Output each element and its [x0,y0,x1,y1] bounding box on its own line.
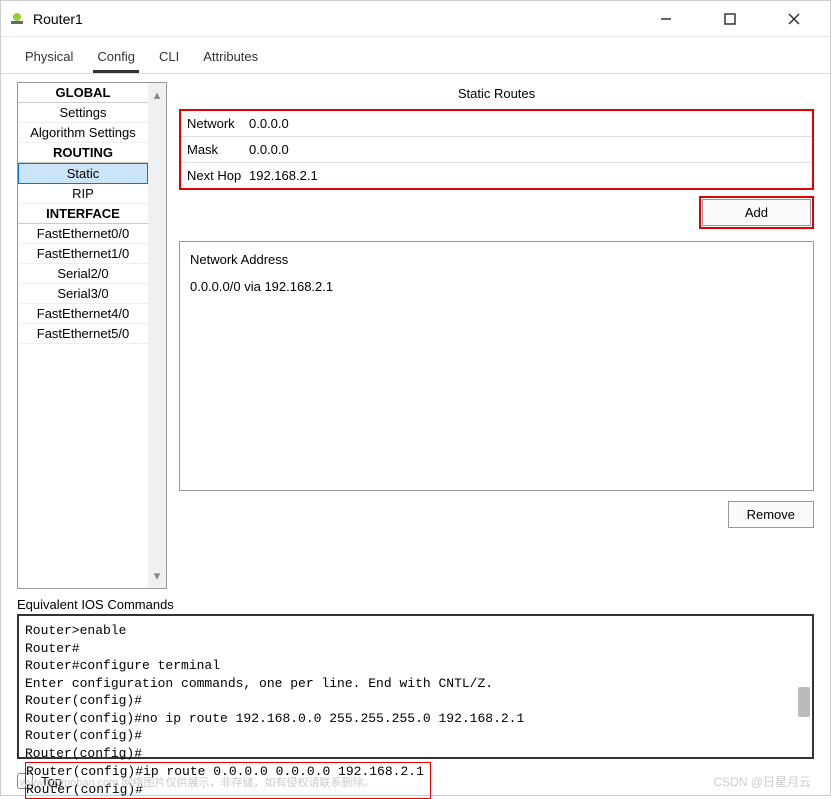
sidebar-header-global: GLOBAL [18,83,148,103]
sidebar-header-routing: ROUTING [18,143,148,163]
route-fields-highlight: Network Mask Next Hop [179,109,814,190]
app-icon [9,11,25,27]
routes-list-label: Network Address [190,252,803,267]
scroll-down-icon: ▾ [154,568,161,584]
close-button[interactable] [774,4,814,34]
sidebar-item-static[interactable]: Static [18,163,148,184]
sidebar-item-algorithm-settings[interactable]: Algorithm Settings [18,123,148,143]
tab-attributes[interactable]: Attributes [199,45,262,73]
maximize-button[interactable] [710,4,750,34]
watermark-right: CSDN @日星月云 [713,773,811,790]
ios-line: Router(config)# [25,727,806,745]
mask-input[interactable] [247,140,806,159]
main-panel: Static Routes Network Mask Next Hop Add [179,82,814,589]
ios-line: Router(config)# [25,692,806,710]
sidebar-item-fe00[interactable]: FastEthernet0/0 [18,224,148,244]
network-input[interactable] [247,114,806,133]
sidebar-item-fe10[interactable]: FastEthernet1/0 [18,244,148,264]
routes-list[interactable]: Network Address 0.0.0.0/0 via 192.168.2.… [179,241,814,491]
mask-label: Mask [187,142,247,157]
ios-commands-label: Equivalent IOS Commands [17,597,814,612]
ios-commands-box[interactable]: Router>enable Router# Router#configure t… [17,614,814,759]
network-label: Network [187,116,247,131]
ios-line: Router(config)# [25,745,806,763]
sidebar-item-se30[interactable]: Serial3/0 [18,284,148,304]
sidebar-header-interface: INTERFACE [18,204,148,224]
tabs: Physical Config CLI Attributes [1,37,830,74]
form-title: Static Routes [179,82,814,109]
titlebar: Router1 [1,1,830,37]
sidebar: GLOBAL Settings Algorithm Settings ROUTI… [17,82,167,589]
sidebar-item-settings[interactable]: Settings [18,103,148,123]
ios-line: Router# [25,640,806,658]
ios-line: Router(config)#no ip route 192.168.0.0 2… [25,710,806,728]
ios-line: Router>enable [25,622,806,640]
tab-cli[interactable]: CLI [155,45,183,73]
window-title: Router1 [33,11,646,27]
watermark-left: www.toymoban.com 网络图片仅供展示，非存储，如有侵权请联系删除。 [20,774,374,790]
nexthop-label: Next Hop [187,168,247,183]
scroll-up-icon: ▴ [154,87,161,103]
ios-line: Enter configuration commands, one per li… [25,675,806,693]
tab-physical[interactable]: Physical [21,45,77,73]
nexthop-input[interactable] [247,166,806,185]
sidebar-scrollbar[interactable]: ▴ ▾ [148,83,166,588]
add-button-highlight: Add [699,196,814,229]
remove-button[interactable]: Remove [728,501,814,528]
sidebar-item-fe40[interactable]: FastEthernet4/0 [18,304,148,324]
sidebar-item-rip[interactable]: RIP [18,184,148,204]
add-button[interactable]: Add [702,199,811,226]
ios-line: Router#configure terminal [25,657,806,675]
tab-config[interactable]: Config [93,45,139,73]
minimize-button[interactable] [646,4,686,34]
sidebar-item-fe50[interactable]: FastEthernet5/0 [18,324,148,344]
sidebar-item-se20[interactable]: Serial2/0 [18,264,148,284]
route-entry[interactable]: 0.0.0.0/0 via 192.168.2.1 [190,279,803,294]
ios-scrollbar-thumb[interactable] [798,687,810,717]
